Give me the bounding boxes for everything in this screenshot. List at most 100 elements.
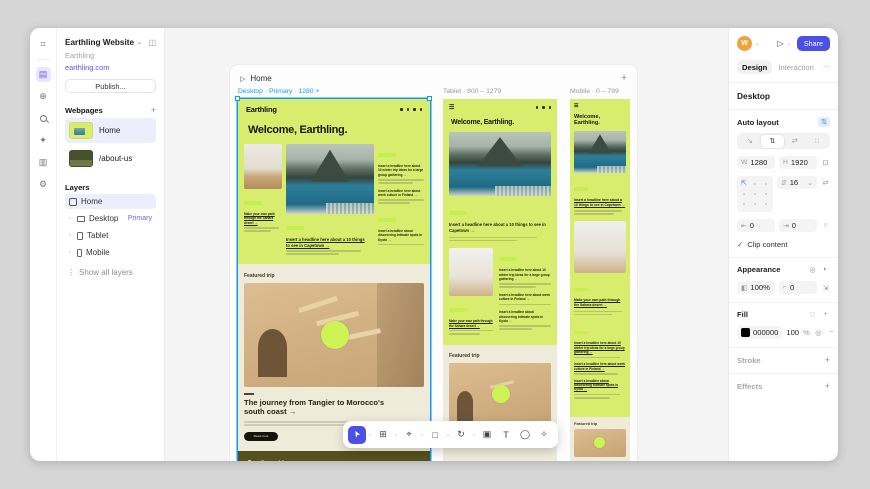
capetown-headline[interactable]: Insert a headline here about a 10 things… [449,222,549,234]
opacity-field[interactable]: ◧ 100% [737,281,775,294]
share-icon[interactable] [400,108,403,111]
add-effect-button[interactable]: + [825,381,830,391]
auto-layout-toggle-icon[interactable]: ⇅ [818,117,830,127]
kyoto-headline[interactable]: Insert a headline about discovering inti… [378,229,424,242]
fixed-size-icon[interactable]: ⊡ [821,159,830,167]
image-tool-button[interactable]: ▣ [478,426,496,444]
project-title[interactable]: Earthling Website ⌄ [65,38,156,47]
layer-row-desktop[interactable]: › Desktop Primary [65,211,156,226]
insert-icon[interactable]: ⊕ [36,89,51,104]
site-logo-mark[interactable]: ☰ [449,104,454,111]
canvas[interactable]: ▷ Home + Desktop · Primary · 1280 + Tabl… [165,28,728,461]
layer-row-mobile[interactable]: › Mobile [65,245,156,260]
individual-padding-icon[interactable]: ○ [821,222,830,229]
breakpoint-label-desktop[interactable]: Desktop · Primary · 1280 + [238,88,319,95]
add-breakpoint-button[interactable]: + [621,73,627,84]
add-webpage-button[interactable]: + [151,105,156,115]
page-board[interactable]: ▷ Home + Desktop · Primary · 1280 + Tabl… [230,65,637,461]
sahara-link[interactable]: Make your own path through the Sahara de… [574,298,626,308]
eye-icon[interactable]: ◎ [808,266,817,274]
frame-tool-button[interactable]: □ [426,426,444,444]
avatar[interactable]: W [737,36,752,51]
sahara-link[interactable]: Make your own path through the Sahara de… [244,212,282,225]
mobile-frame[interactable]: ☰ Welcome, Earthling. Insert a headline … [570,99,630,461]
selection-handle-top-right[interactable] [427,96,432,101]
tab-design[interactable]: Design [737,60,772,74]
pages-icon[interactable]: ▤ [36,67,51,82]
more-options-icon[interactable]: ⋯ [823,63,830,71]
layer-row-tablet[interactable]: › Tablet [65,228,156,243]
fill-opacity-value[interactable]: 100 [786,328,799,337]
capetown-link[interactable]: Insert a headline here about a 10 things… [574,198,626,208]
finland-headline[interactable]: Insert a headline here about week cultur… [378,189,424,198]
selection-handle-top-left[interactable] [235,96,240,101]
webpage-item-about[interactable]: /about-us [65,146,156,171]
gap-field[interactable]: ⇵ 16 ⌄ [777,176,817,189]
featured-title[interactable]: The journey from Tangier to Morocco's so… [244,398,394,418]
read-more-button[interactable]: Read more [244,432,278,441]
vector-tool-button[interactable]: ✧ [535,426,553,444]
show-all-layers-button[interactable]: ⋮ Show all layers [65,268,156,277]
kyoto-headline[interactable]: Insert a headline about discovering inti… [499,310,551,323]
rotate-tool-button[interactable]: ↻ [452,426,470,444]
globe-icon[interactable] [407,108,410,111]
plugins-icon[interactable]: ✦ [36,133,51,148]
search-icon[interactable] [36,111,51,126]
distribute-icon[interactable]: ⇄ [821,179,830,187]
add-stroke-button[interactable]: + [825,355,830,365]
webpage-item-home[interactable]: Home [65,118,156,143]
desktop-frame[interactable]: Earthling Welcome, Earthling. Make your … [238,99,430,461]
layout-vertical-option[interactable]: ⇅ [761,135,784,148]
shape-tool-button[interactable]: ◯ [516,426,534,444]
alignment-pad[interactable]: ⇱ [737,176,773,212]
site-logo[interactable]: Earthling [246,105,277,114]
layout-grid-option[interactable]: ∷ [806,135,829,148]
fill-color-field[interactable]: 000000 [737,326,782,339]
finland-link[interactable]: Insert a headline here about week cultur… [574,362,626,371]
group-headline[interactable]: Insert a headline here about 10 winter t… [499,268,551,281]
group-headline[interactable]: Insert a headline here about 10 winter t… [378,164,424,177]
tool-caret[interactable]: ⌄ [367,432,373,438]
clip-content-checkbox[interactable]: ✓ Clip content [737,240,830,249]
breakpoint-label-mobile[interactable]: Mobile · 0 – 799 [570,88,619,95]
preview-play-icon[interactable]: ▷ [240,75,245,83]
chevron-down-icon[interactable]: ⌄ [787,41,791,47]
capetown-link[interactable]: Insert a headline here about a 10 things… [286,237,367,249]
color-swatch[interactable] [741,328,750,337]
text-tool-button[interactable]: T [497,426,515,444]
tool-caret[interactable]: ⌄ [471,432,477,438]
breakpoint-tool-button[interactable]: ⊞ [374,426,392,444]
remove-fill-button[interactable]: − [827,329,836,336]
menu-icon[interactable] [549,106,552,109]
preview-play-button[interactable]: ▷ [777,39,783,48]
tab-interaction[interactable]: Interaction [778,63,813,72]
transform-tool-button[interactable]: ⌖ [400,426,418,444]
panel-toggle-icon[interactable]: ◫ [148,38,156,47]
layout-free-option[interactable]: ↘ [739,135,762,148]
tablet-frame[interactable]: ☰ Welcome, Earthling. Insert a headline … [443,99,557,461]
theme-icon[interactable]: ◐ [821,266,830,273]
breakpoint-label-tablet[interactable]: Tablet · 800 – 1279 [443,88,501,95]
trip-circle-button[interactable] [492,385,510,403]
chevron-down-icon[interactable]: ⌄ [755,41,759,47]
group-link[interactable]: Insert a headline here about 10 winter t… [574,341,626,354]
tool-caret[interactable]: ⌄ [393,432,399,438]
chevron-down-icon[interactable]: ⌄ [807,179,813,187]
account-icon[interactable] [413,108,416,111]
site-logo-mark[interactable]: ☰ [574,103,578,109]
fill-grid-icon[interactable]: ∷ [808,311,817,319]
height-field[interactable]: H 1920 [779,156,817,169]
sahara-link[interactable]: Make your own path through the Sahara de… [449,319,493,328]
framer-logo-icon[interactable]: ⌗ [36,37,51,52]
kyoto-link[interactable]: Insert a headline about discovering inti… [574,379,626,392]
project-domain-link[interactable]: earthling.com [65,63,156,72]
expand-icon[interactable]: ⇲ [821,284,830,292]
publish-button[interactable]: Publish... [65,79,156,93]
menu-icon[interactable] [420,108,423,111]
share-button[interactable]: Share [797,36,830,51]
board-title[interactable]: Home [250,74,271,83]
add-fill-button[interactable]: + [821,311,830,318]
share-icon[interactable] [536,106,539,109]
layout-horizontal-option[interactable]: ⇄ [784,135,807,148]
finland-headline[interactable]: Insert a headline here about week cultur… [499,293,551,302]
